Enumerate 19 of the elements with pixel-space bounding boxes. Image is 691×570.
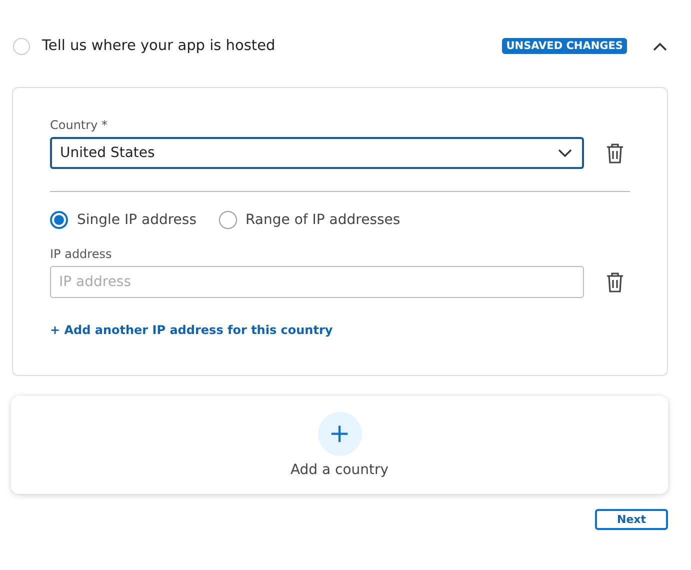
chevron-icon[interactable]: [653, 42, 667, 50]
step-title: Tell us where your app is hosted: [42, 38, 276, 54]
radio-option[interactable]: Single IP address: [50, 211, 197, 229]
country-label: Country *: [50, 118, 108, 132]
ip-address-label: IP address: [50, 247, 113, 261]
add-country-button[interactable]: +: [318, 412, 362, 456]
add-country-card[interactable]: + Add a country: [11, 396, 668, 494]
ip-address-field[interactable]: IP address: [50, 266, 584, 298]
radio-icon[interactable]: [218, 211, 237, 229]
country-select[interactable]: United States: [50, 137, 584, 169]
add-ip-link[interactable]: + Add another IP address for this country: [50, 323, 333, 337]
radio-option[interactable]: Range of IP addresses: [218, 211, 400, 229]
unsaved-badge: UNSAVED CHANGES: [502, 38, 627, 54]
trash-icon[interactable]: [606, 272, 624, 292]
radio-icon[interactable]: [50, 211, 68, 229]
caret-icon: [558, 149, 572, 157]
trash-icon[interactable]: [606, 142, 624, 164]
next-button[interactable]: Next: [595, 509, 668, 530]
add-country-label: Add a country: [290, 462, 389, 478]
